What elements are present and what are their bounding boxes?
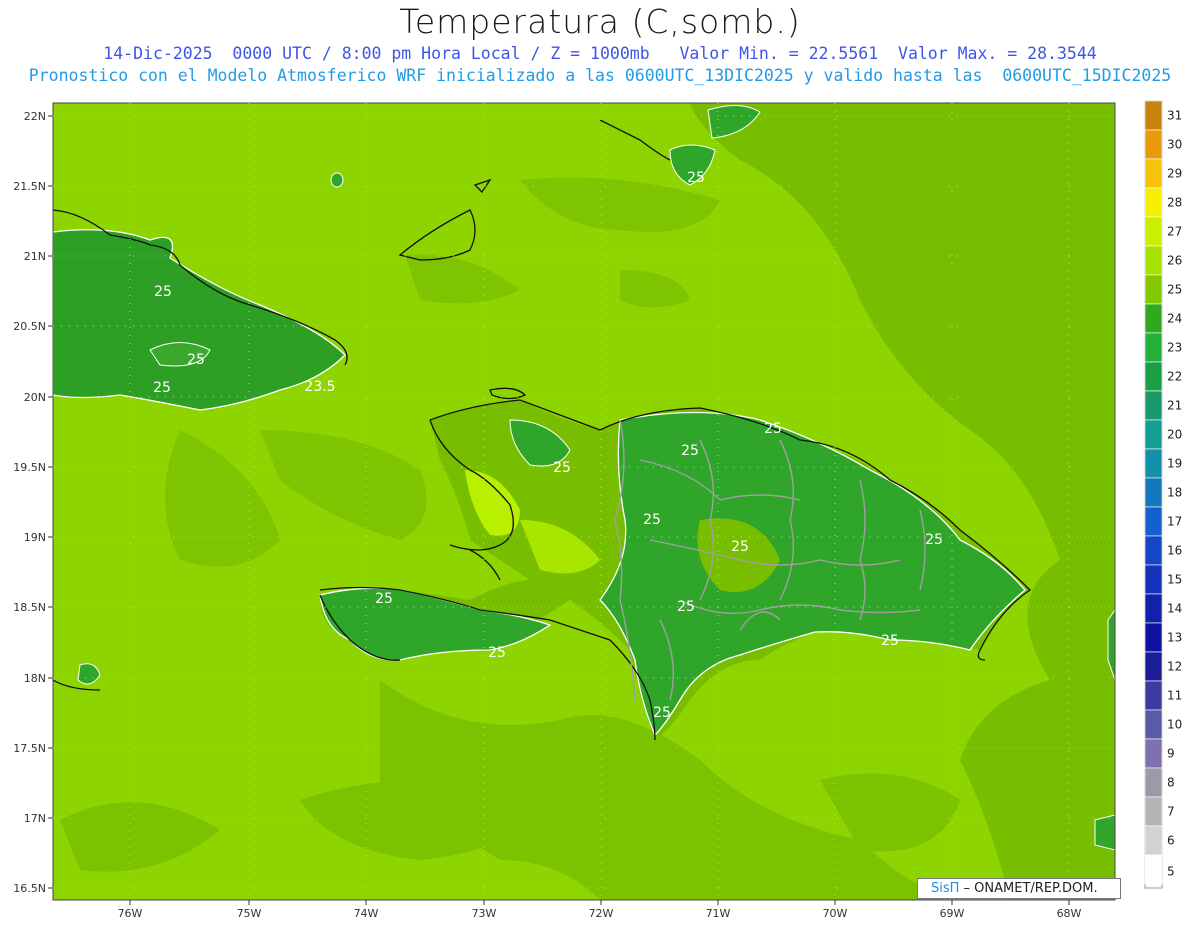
- colorbar-swatch: [1144, 419, 1163, 450]
- lat-tick-label: 19.5N: [13, 461, 46, 474]
- colorbar-swatch: [1144, 129, 1163, 160]
- lat-tick-label: 19N: [24, 531, 46, 544]
- colorbar-label: 19: [1167, 457, 1182, 471]
- colorbar-label: 21: [1167, 399, 1182, 413]
- colorbar-label: 7: [1167, 805, 1175, 819]
- colorbar-swatch: [1144, 709, 1163, 740]
- colorbar-swatch: [1144, 303, 1163, 334]
- colorbar-label: 6: [1167, 834, 1175, 848]
- credit-box: SisΠ – ONAMET/REP.DOM.: [917, 878, 1121, 899]
- colorbar-label: 28: [1167, 196, 1182, 210]
- colorbar-swatch: [1144, 390, 1163, 421]
- lon-tick-label: 73W: [472, 907, 497, 920]
- colorbar-swatch: [1144, 622, 1163, 653]
- colorbar-swatch: [1144, 332, 1163, 363]
- colorbar-swatch: [1144, 738, 1163, 769]
- contour-label: 25: [154, 284, 172, 300]
- lon-tick-label: 72W: [589, 907, 614, 920]
- colorbar-swatch: [1144, 825, 1163, 856]
- contour-label: 25: [681, 443, 699, 459]
- colorbar-label: 18: [1167, 486, 1182, 500]
- colorbar-swatch: [1144, 564, 1163, 595]
- lat-tick-label: 18N: [24, 672, 46, 685]
- colorbar-swatch: [1144, 245, 1163, 276]
- contour-label: 25: [881, 633, 899, 649]
- colorbar-label: 20: [1167, 428, 1182, 442]
- longitude-axis: 76W 75W 74W 73W 72W 71W 70W 69W 68W: [118, 900, 1082, 920]
- map-field: [53, 103, 1115, 900]
- colorbar-swatch: [1144, 535, 1163, 566]
- credit-brand: SisΠ: [931, 881, 960, 896]
- contour-label: 25: [677, 599, 695, 615]
- contour-label: 25: [764, 421, 782, 437]
- lat-tick-label: 22N: [24, 110, 46, 123]
- colorbar-label: 31: [1167, 109, 1182, 123]
- contour-label: 23.5: [304, 379, 335, 395]
- colorbar-label: 9: [1167, 747, 1175, 761]
- colorbar-label: 15: [1167, 573, 1182, 587]
- colorbar-label: 29: [1167, 167, 1182, 181]
- colorbar-swatch: [1144, 767, 1163, 798]
- colorbar-swatch: [1144, 274, 1163, 305]
- colorbar-label: 16: [1167, 544, 1182, 558]
- lon-tick-label: 75W: [237, 907, 262, 920]
- colorbar-label: 17: [1167, 515, 1182, 529]
- colorbar-swatch: [1144, 187, 1163, 218]
- temperature-map: 22N 21.5N 21N 20.5N 20N 19.5N 19N 18.5N 18N 17.5N…: [13, 100, 1182, 920]
- colorbar-label: 22: [1167, 370, 1182, 384]
- colorbar-label: 11: [1167, 689, 1182, 703]
- lat-tick-label: 16.5N: [13, 882, 46, 895]
- contour-label: 25: [488, 645, 506, 661]
- lat-tick-label: 20.5N: [13, 320, 46, 333]
- colorbar-swatch: [1144, 158, 1163, 189]
- colorbar-label: 12: [1167, 660, 1182, 674]
- credit-text: – ONAMET/REP.DOM.: [959, 881, 1098, 896]
- lat-tick-label: 21N: [24, 250, 46, 263]
- lon-tick-label: 68W: [1057, 907, 1082, 920]
- colorbar-label: 5: [1167, 865, 1175, 879]
- lat-tick-label: 17.5N: [13, 742, 46, 755]
- colorbar-label: 8: [1167, 776, 1175, 790]
- colorbar-label: 30: [1167, 138, 1182, 152]
- lat-tick-label: 20N: [24, 391, 46, 404]
- lat-tick-label: 21.5N: [13, 180, 46, 193]
- lat-tick-label: 18.5N: [13, 601, 46, 614]
- colorbar-label: 13: [1167, 631, 1182, 645]
- colorbar-swatch: [1144, 477, 1163, 508]
- latitude-axis: 22N 21.5N 21N 20.5N 20N 19.5N 19N 18.5N 18N 17.5N…: [13, 110, 53, 895]
- lon-tick-label: 69W: [940, 907, 965, 920]
- colorbar-swatch: [1144, 506, 1163, 537]
- contour-label: 25: [553, 460, 571, 476]
- colorbar-label: 26: [1167, 254, 1182, 268]
- lon-tick-label: 70W: [823, 907, 848, 920]
- contour-label: 25: [187, 352, 205, 368]
- colorbar-swatch: [1144, 651, 1163, 682]
- contour-label: 25: [375, 591, 393, 607]
- color-scale-legend: 31 30 29 28 27 26 25 24 23 22 21 20 19 18 17 16 15 14 13 12…: [1144, 100, 1182, 889]
- colorbar-label: 25: [1167, 283, 1182, 297]
- lon-tick-label: 76W: [118, 907, 143, 920]
- contour-label: 25: [653, 705, 671, 721]
- colorbar-label: 14: [1167, 602, 1182, 616]
- colorbar-swatch: [1144, 680, 1163, 711]
- contour-label: 25: [153, 380, 171, 396]
- lon-tick-label: 71W: [706, 907, 731, 920]
- colorbar-label: 10: [1167, 718, 1182, 732]
- contour-label: 25: [925, 532, 943, 548]
- colorbar-swatch: [1144, 100, 1163, 131]
- lon-tick-label: 74W: [354, 907, 379, 920]
- colorbar-swatch: [1144, 593, 1163, 624]
- colorbar-swatch: [1144, 216, 1163, 247]
- contour-label: 25: [643, 512, 661, 528]
- colorbar-label: 23: [1167, 341, 1182, 355]
- colorbar-swatch: [1144, 448, 1163, 479]
- contour-label: 25: [731, 539, 749, 555]
- colorbar-label: 27: [1167, 225, 1182, 239]
- colorbar-label: 24: [1167, 312, 1182, 326]
- colorbar-swatch: [1144, 796, 1163, 827]
- colorbar-swatch: [1144, 361, 1163, 392]
- lat-tick-label: 17N: [24, 812, 46, 825]
- contour-label: 25: [687, 170, 705, 186]
- colorbar-swatch: [1144, 854, 1163, 885]
